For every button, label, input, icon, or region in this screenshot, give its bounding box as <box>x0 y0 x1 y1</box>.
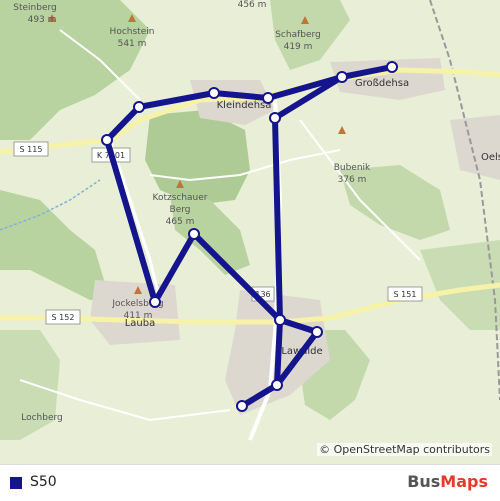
bus-stop-marker[interactable] <box>149 296 161 308</box>
map-view[interactable]: Steinberg 493 m Hochstein 541 m 456 m Sc… <box>0 0 500 464</box>
road-shield-s151: S 151 <box>387 286 423 302</box>
place-elev-steinberg: 493 m <box>28 15 57 25</box>
legend-bar: S50 BusMaps <box>0 464 500 501</box>
place-elev-bubenik: 376 m <box>338 175 367 185</box>
place-elev-hochstein: 541 m <box>118 39 147 49</box>
bus-stop-marker[interactable] <box>133 101 145 113</box>
bus-stop-marker[interactable] <box>386 61 398 73</box>
bus-stop-marker[interactable] <box>271 379 283 391</box>
town-lochberg: Lochberg <box>21 413 63 423</box>
route-color-swatch <box>10 477 22 489</box>
brand-bus: Bus <box>407 472 441 491</box>
place-elev-schafberg: 419 m <box>284 42 313 52</box>
place-name-schafberg: Schafberg <box>275 30 321 40</box>
town-grossdehsa: Großdehsa <box>355 78 409 89</box>
place-name-hochstein: Hochstein <box>110 27 155 37</box>
bus-stop-marker[interactable] <box>208 87 220 99</box>
svg-text:S 152: S 152 <box>52 313 75 322</box>
map-attribution[interactable]: © OpenStreetMap contributors <box>317 443 492 456</box>
place-name-kotzschauer: Kotzschauer <box>152 193 207 203</box>
town-oels: Oels <box>481 152 500 163</box>
place-name-kotzschauer-berg: Berg <box>170 205 191 215</box>
bus-stop-marker[interactable] <box>269 112 281 124</box>
place-elev-456: 456 m <box>238 0 267 10</box>
brand-maps: Maps <box>440 472 488 491</box>
bus-stop-marker[interactable] <box>274 314 286 326</box>
place-name-bubenik: Bubenik <box>334 163 371 173</box>
bus-stop-marker[interactable] <box>101 134 113 146</box>
busmaps-logo[interactable]: BusMaps <box>407 472 488 491</box>
town-lauba: Lauba <box>125 318 156 329</box>
route-name-label: S50 <box>30 474 57 490</box>
place-elev-kotzschauer: 465 m <box>166 217 195 227</box>
town-kleindehsa: Kleindehsa <box>217 100 272 111</box>
road-shield-s115: S 115 <box>13 141 49 157</box>
bus-stop-marker[interactable] <box>236 400 248 412</box>
place-name-steinberg: Steinberg <box>13 3 57 13</box>
svg-text:S 151: S 151 <box>394 290 417 299</box>
bus-stop-marker[interactable] <box>188 228 200 240</box>
road-shield-s152: S 152 <box>45 309 81 325</box>
svg-text:S 115: S 115 <box>20 145 43 154</box>
bus-stop-marker[interactable] <box>336 71 348 83</box>
bus-stop-marker[interactable] <box>262 92 274 104</box>
bus-stop-marker[interactable] <box>311 326 323 338</box>
map-canvas: Steinberg 493 m Hochstein 541 m 456 m Sc… <box>0 0 500 464</box>
